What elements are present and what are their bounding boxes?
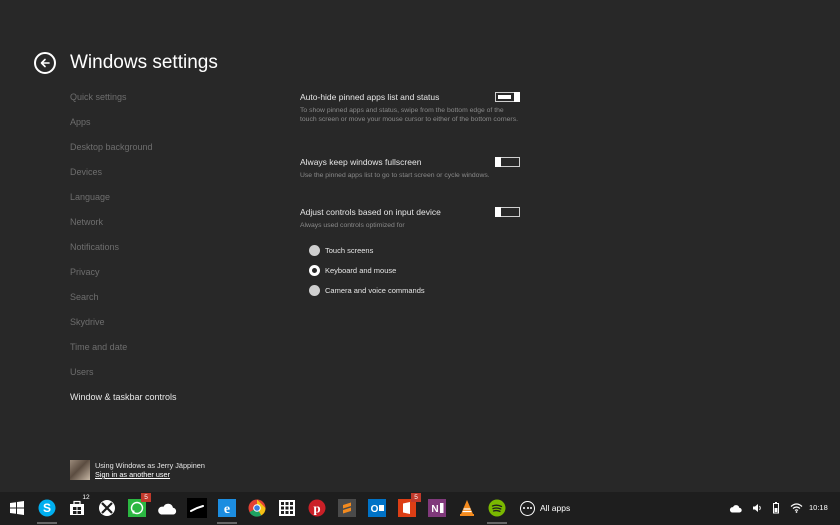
more-icon	[520, 500, 535, 516]
sign-in-link[interactable]: Sign in as another user	[95, 470, 205, 480]
skype-taskbar-button[interactable]: S	[37, 498, 57, 524]
fullscreen-toggle[interactable]	[495, 157, 520, 167]
adjust-controls-toggle[interactable]	[495, 207, 520, 217]
nav-item-devices[interactable]: Devices	[70, 165, 177, 190]
xbox-icon	[98, 499, 116, 517]
sublime-text-icon	[338, 499, 356, 517]
nav-item-quick-settings[interactable]: Quick settings	[70, 90, 177, 115]
user-info: Using Windows as Jerry Jäppinen Sign in …	[70, 460, 205, 480]
spotify-taskbar-button[interactable]	[487, 498, 507, 524]
svg-text:e: e	[224, 502, 230, 517]
back-button[interactable]	[34, 52, 56, 74]
outlook-icon: O	[368, 499, 386, 517]
skype-icon: S	[38, 499, 56, 517]
setting-auto-hide: Auto-hide pinned apps list and status To…	[300, 90, 522, 124]
svg-text:O: O	[371, 504, 379, 515]
internet-explorer-taskbar-button[interactable]: e	[217, 498, 237, 524]
radio-keyboard-and-mouse[interactable]: Keyboard and mouse	[309, 260, 522, 280]
radio-touch-screens[interactable]: Touch screens	[309, 240, 522, 260]
setting-description: To show pinned apps and status, swipe fr…	[300, 107, 518, 123]
internet-explorer-icon: e	[218, 499, 236, 517]
nav-item-privacy[interactable]: Privacy	[70, 265, 177, 290]
taskbar: S 12 5 e p O 5 N All apps 10:18	[0, 492, 840, 525]
setting-title: Auto-hide pinned apps list and status	[300, 92, 440, 102]
radio-label: Camera and voice commands	[325, 285, 425, 295]
onenote-icon: N	[428, 499, 446, 517]
svg-text:N: N	[431, 504, 438, 515]
calculator-icon	[278, 499, 296, 517]
setting-fullscreen: Always keep windows fullscreen Use the p…	[300, 155, 522, 180]
input-device-options: Touch screens Keyboard and mouse Camera an…	[309, 240, 522, 300]
nav-item-network[interactable]: Network	[70, 215, 177, 240]
store-taskbar-button[interactable]: 12	[67, 494, 90, 518]
volume-icon[interactable]	[751, 500, 763, 516]
store-icon	[69, 500, 85, 516]
user-status: Using Windows as Jerry Jäppinen	[95, 460, 205, 470]
nav-item-skydrive[interactable]: Skydrive	[70, 315, 177, 340]
radio-camera-and-voice-commands[interactable]: Camera and voice commands	[309, 280, 522, 300]
nav-item-window-taskbar-controls[interactable]: Window & taskbar controls	[70, 390, 177, 415]
nav-item-users[interactable]: Users	[70, 365, 177, 390]
setting-description: Always used controls optimized for	[300, 222, 405, 229]
pinterest-icon: p	[308, 499, 326, 517]
setting-title: Adjust controls based on input device	[300, 207, 441, 217]
wifi-icon[interactable]	[789, 500, 803, 516]
back-arrow-icon	[40, 58, 50, 68]
all-apps-button[interactable]: All apps	[520, 498, 570, 518]
spotify-icon	[488, 499, 506, 517]
start-taskbar-button[interactable]	[7, 498, 27, 518]
nav-item-time-and-date[interactable]: Time and date	[70, 340, 177, 365]
skydrive-icon	[157, 502, 177, 515]
svg-text:S: S	[43, 501, 51, 515]
header: Windows settings	[34, 52, 218, 74]
nav-item-language[interactable]: Language	[70, 190, 177, 215]
vlc-icon	[458, 499, 476, 517]
radio-label: Touch screens	[325, 245, 374, 255]
all-apps-label: All apps	[540, 503, 571, 513]
radio-indicator	[309, 284, 320, 296]
notification-badge: 5	[141, 493, 151, 502]
cloud-icon[interactable]	[728, 500, 742, 516]
battery-icon[interactable]	[770, 500, 782, 516]
settings-panel: Auto-hide pinned apps list and status To…	[300, 90, 522, 300]
steam-icon	[187, 498, 207, 518]
settings-nav: Quick settings Apps Desktop background Devi…	[70, 90, 177, 415]
radio-indicator	[309, 244, 320, 256]
setting-description: Use the pinned apps list to go to start …	[300, 172, 490, 179]
nav-item-search[interactable]: Search	[70, 290, 177, 315]
chrome-icon	[248, 499, 266, 517]
avatar	[70, 460, 90, 480]
sublime-text-taskbar-button[interactable]	[337, 498, 357, 518]
setting-adjust-controls: Adjust controls based on input device Al…	[300, 205, 522, 300]
nav-item-notifications[interactable]: Notifications	[70, 240, 177, 265]
steam-taskbar-button[interactable]	[187, 498, 207, 518]
chrome-taskbar-button[interactable]	[247, 498, 267, 518]
start-icon	[10, 501, 24, 515]
svg-text:p: p	[313, 501, 320, 516]
auto-hide-toggle[interactable]	[495, 92, 520, 102]
notification-badge: 12	[82, 494, 90, 501]
skydrive-taskbar-button[interactable]	[157, 498, 177, 518]
xbox-taskbar-button[interactable]	[97, 498, 117, 518]
office-taskbar-button[interactable]: 5	[397, 493, 421, 518]
pinterest-taskbar-button[interactable]: p	[307, 498, 327, 518]
calculator-taskbar-button[interactable]	[277, 498, 297, 518]
page-title: Windows settings	[70, 52, 218, 73]
outlook-taskbar-button[interactable]: O	[367, 498, 387, 518]
notification-badge: 5	[411, 493, 421, 502]
vlc-taskbar-button[interactable]	[457, 498, 477, 518]
nav-item-apps[interactable]: Apps	[70, 115, 177, 140]
onenote-taskbar-button[interactable]: N	[427, 498, 447, 518]
clock[interactable]: 10:18	[809, 503, 828, 512]
nav-item-desktop-background[interactable]: Desktop background	[70, 140, 177, 165]
radio-label: Keyboard and mouse	[325, 265, 397, 275]
whatsapp-taskbar-button[interactable]: 5	[127, 493, 151, 518]
setting-title: Always keep windows fullscreen	[300, 157, 422, 167]
radio-indicator	[309, 264, 320, 276]
